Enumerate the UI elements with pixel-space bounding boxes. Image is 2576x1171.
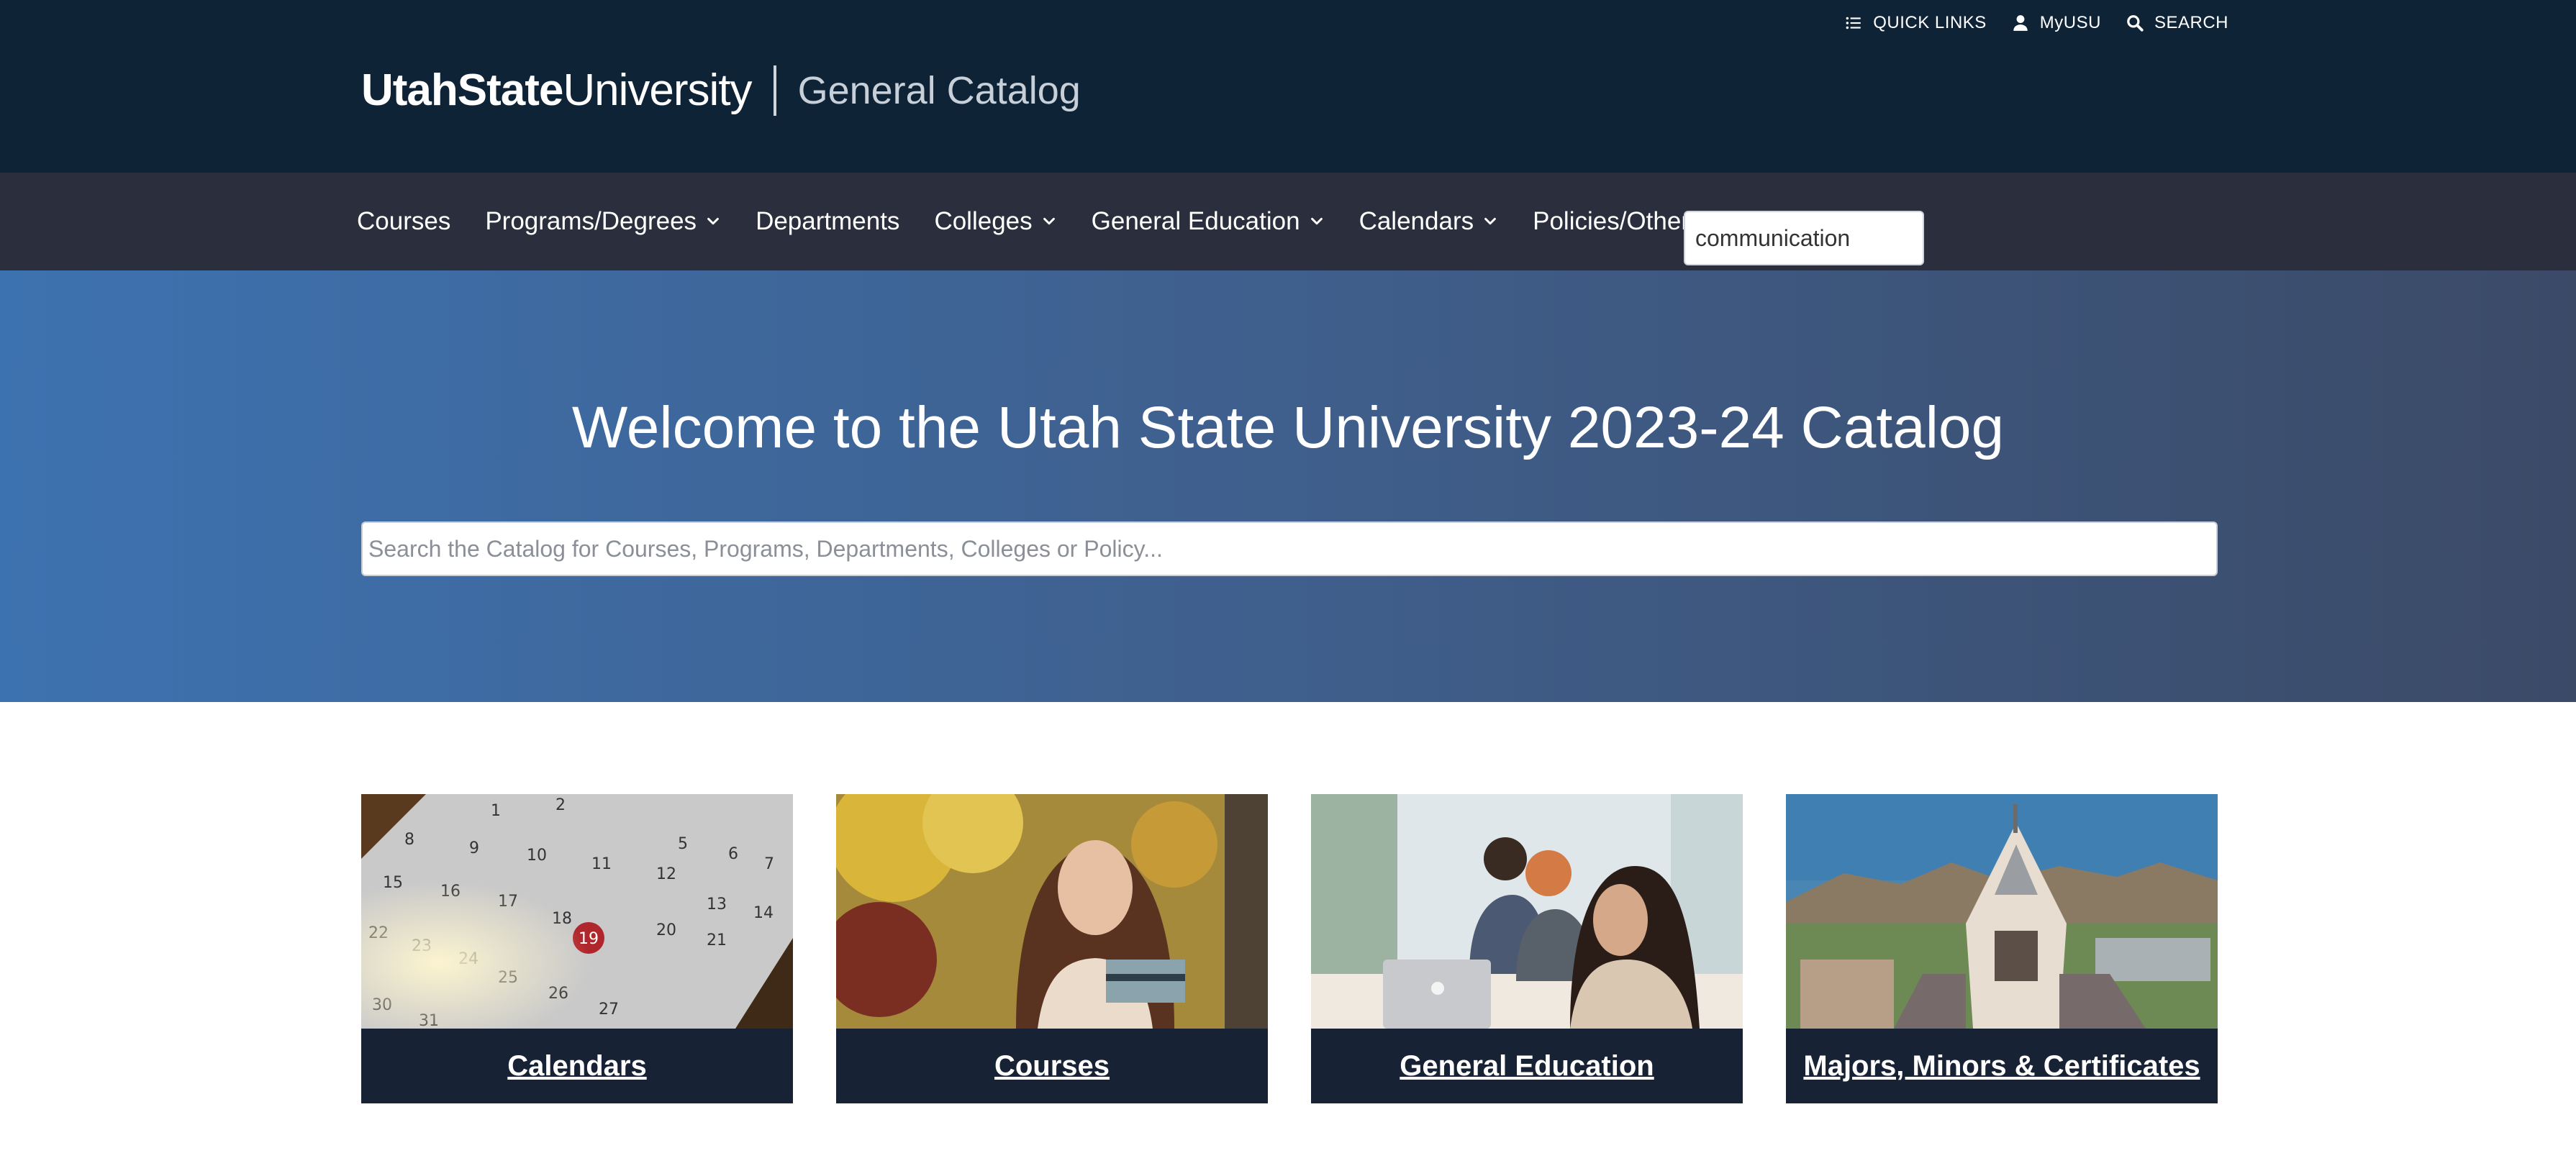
search-icon <box>2127 15 2144 32</box>
search-label: SEARCH <box>2154 13 2228 32</box>
calendar-photo: 12 89101112 151617182021 222324252627 30… <box>361 794 793 1029</box>
card-label[interactable]: Calendars <box>507 1050 646 1083</box>
nav-list: Courses Programs/Degrees Departments Colleg… <box>357 173 1690 270</box>
nav-item-departments[interactable]: Departments <box>756 207 899 236</box>
nav-item-courses[interactable]: Courses <box>357 207 450 236</box>
hero-title: Welcome to the Utah State University 202… <box>571 395 2005 460</box>
nav-item-policies-other[interactable]: Policies/Other <box>1533 207 1690 236</box>
utility-links: QUICK LINKS MyUSU SEARCH <box>1844 13 2228 33</box>
card-majors-minors-certificates[interactable]: Majors, Minors & Certificates <box>1786 794 2218 1103</box>
list-icon <box>1846 17 1861 29</box>
study-room-photo <box>1311 794 1743 1029</box>
chevron-down-icon <box>1310 217 1323 225</box>
nav-item-label: Policies/Other <box>1533 207 1690 235</box>
quick-links-label: QUICK LINKS <box>1873 13 1987 32</box>
search-link[interactable]: SEARCH <box>2126 13 2228 33</box>
myusu-label: MyUSU <box>2039 13 2101 32</box>
card-general-education[interactable]: General Education <box>1311 794 1743 1103</box>
site-header: QUICK LINKS MyUSU SEARCH UtahStateUniver… <box>0 0 2576 173</box>
logo-bold-text: UtahState <box>361 65 563 115</box>
chevron-down-icon <box>707 217 719 225</box>
nav-item-general-education[interactable]: General Education <box>1092 207 1325 236</box>
brand-divider <box>773 65 776 116</box>
card-caption: General Education <box>1311 1029 1743 1103</box>
usu-logo[interactable]: UtahStateUniversity <box>361 65 753 116</box>
campus-tower-photo <box>1786 794 2218 1029</box>
nav-item-programs-degrees[interactable]: Programs/Degrees <box>485 207 721 236</box>
nav-search-input[interactable] <box>1684 211 1924 265</box>
nav-item-label: Programs/Degrees <box>485 207 697 235</box>
card-caption: Majors, Minors & Certificates <box>1786 1029 2218 1103</box>
nav-item-label: General Education <box>1091 207 1300 235</box>
card-courses[interactable]: Courses <box>836 794 1268 1103</box>
nav-item-calendars[interactable]: Calendars <box>1359 207 1499 236</box>
student-photo <box>836 794 1268 1029</box>
user-icon <box>2013 15 2028 31</box>
hero-banner: Welcome to the Utah State University 202… <box>0 270 2576 702</box>
card-label[interactable]: Courses <box>994 1050 1110 1083</box>
quick-links-link[interactable]: QUICK LINKS <box>1844 13 1987 33</box>
myusu-link[interactable]: MyUSU <box>2011 13 2101 33</box>
main-nav: Courses Programs/Degrees Departments Colleg… <box>0 173 2576 270</box>
card-calendars[interactable]: 12 89101112 151617182021 222324252627 30… <box>361 794 793 1103</box>
brand: UtahStateUniversity General Catalog <box>361 65 1081 116</box>
chevron-down-icon <box>1484 217 1496 225</box>
feature-cards: 12 89101112 151617182021 222324252627 30… <box>361 794 2218 1103</box>
catalog-title[interactable]: General Catalog <box>798 68 1081 113</box>
chevron-down-icon <box>1043 217 1055 225</box>
nav-item-colleges[interactable]: Colleges <box>934 207 1056 236</box>
nav-item-label: Departments <box>756 207 900 235</box>
card-label[interactable]: General Education <box>1400 1050 1654 1083</box>
nav-item-label: Courses <box>357 207 451 235</box>
card-caption: Calendars <box>361 1029 793 1103</box>
card-caption: Courses <box>836 1029 1268 1103</box>
logo-light-text: University <box>563 65 752 115</box>
catalog-search-input[interactable] <box>361 521 2218 576</box>
nav-item-label: Calendars <box>1359 207 1474 235</box>
card-label[interactable]: Majors, Minors & Certificates <box>1803 1050 2200 1083</box>
nav-item-label: Colleges <box>934 207 1033 235</box>
